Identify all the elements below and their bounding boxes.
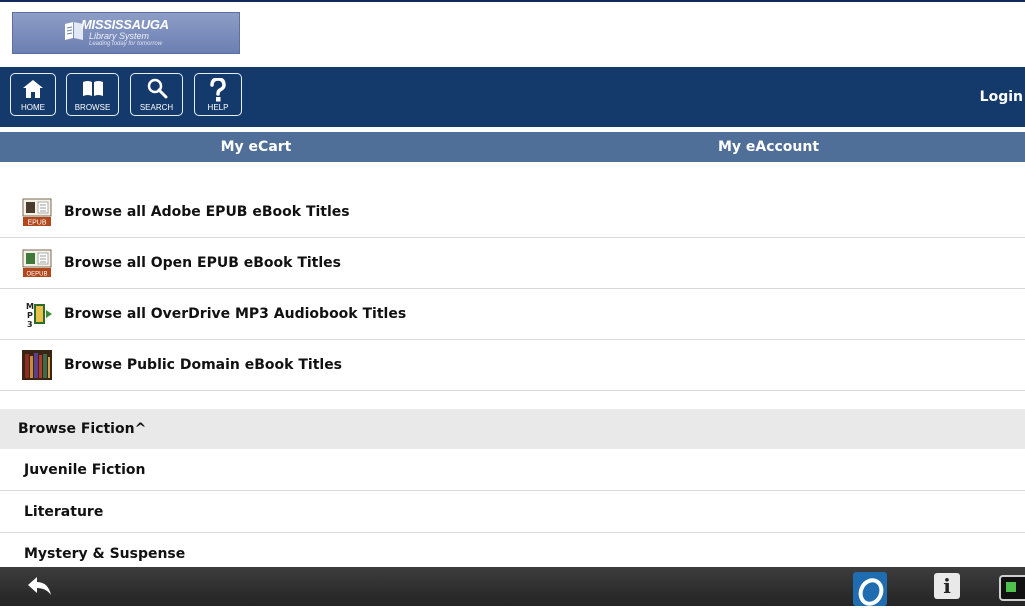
login-link[interactable]: Login [980, 89, 1023, 105]
help-icon [210, 78, 226, 102]
search-button[interactable]: SEARCH [130, 73, 183, 116]
info-button[interactable]: i [934, 573, 960, 599]
epub-icon: EPUB [22, 198, 52, 227]
home-icon [23, 80, 43, 98]
logo-title: MISSISSAUGA [81, 17, 169, 32]
svg-text:M: M [26, 302, 34, 311]
system-navigation-bar: i [0, 567, 1025, 606]
list-item-label: Juvenile Fiction [24, 462, 146, 478]
browse-open-epub-label: Browse all Open EPUB eBook Titles [64, 255, 341, 271]
help-button-label: HELP [207, 103, 229, 112]
help-button[interactable]: HELP [194, 73, 242, 116]
tab-my-ecart[interactable]: My eCart [0, 132, 512, 162]
library-logo[interactable]: MISSISSAUGA Library System Leading today… [12, 12, 240, 54]
list-item-label: Literature [24, 504, 104, 520]
mp3-audiobook-icon: M P 3 [26, 302, 52, 329]
account-tabbar: My eCart My eAccount [0, 132, 1025, 162]
browse-fiction-header[interactable]: Browse Fiction^ [0, 409, 1025, 449]
top-rule [0, 0, 1025, 2]
logo-tagline: Leading today for tomorrow [89, 41, 163, 47]
home-button[interactable]: HOME [10, 73, 56, 116]
list-item-literature[interactable]: Literature [0, 491, 1025, 533]
book-icon [82, 81, 103, 96]
browse-fiction-title: Browse Fiction^ [18, 421, 147, 437]
svg-text:3: 3 [27, 320, 33, 329]
device-icon[interactable] [999, 575, 1025, 601]
browse-button[interactable]: BROWSE [66, 73, 119, 116]
search-icon [147, 78, 167, 99]
svg-text:P: P [27, 311, 33, 320]
browse-button-label: BROWSE [74, 103, 111, 112]
logo-subtitle: Library System [89, 31, 150, 41]
open-epub-icon: OEPUB [22, 249, 52, 278]
browse-mp3-audiobook-row[interactable]: M P 3 Browse all OverDrive MP3 Audiobook… [0, 289, 1025, 340]
browse-open-epub-row[interactable]: OEPUB Browse all Open EPUB eBook Titles [0, 238, 1025, 289]
overdrive-logo-icon[interactable] [853, 572, 887, 606]
bookshelf-icon [22, 350, 52, 380]
back-arrow-icon[interactable] [26, 575, 54, 599]
overdrive-ring-icon [858, 578, 884, 606]
list-item-juvenile-fiction[interactable]: Juvenile Fiction [0, 449, 1025, 491]
browse-public-domain-row[interactable]: Browse Public Domain eBook Titles [0, 340, 1025, 391]
open-epub-badge-text: OEPUB [26, 272, 47, 278]
main-toolbar: HOME BROWSE SEARCH HELP Login [0, 67, 1025, 127]
device-screen-indicator [1006, 582, 1016, 592]
browse-adobe-epub-row[interactable]: EPUB Browse all Adobe EPUB eBook Titles [0, 187, 1025, 238]
browse-public-domain-label: Browse Public Domain eBook Titles [64, 357, 343, 373]
search-button-label: SEARCH [139, 103, 174, 112]
browse-adobe-epub-label: Browse all Adobe EPUB eBook Titles [64, 204, 350, 220]
browse-mp3-audiobook-label: Browse all OverDrive MP3 Audiobook Title… [64, 306, 407, 322]
tab-my-eaccount[interactable]: My eAccount [512, 132, 1025, 162]
home-button-label: HOME [21, 103, 45, 112]
epub-badge-text: EPUB [27, 220, 46, 227]
